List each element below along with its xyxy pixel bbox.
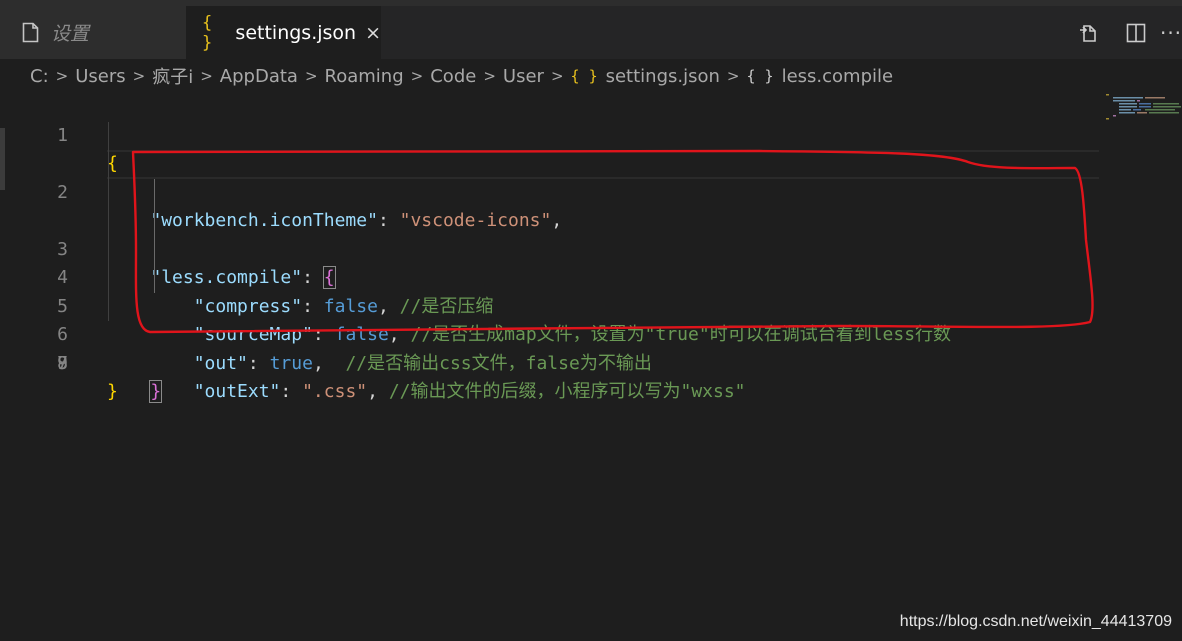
brace-close-matched: }: [149, 380, 163, 403]
tab-label: settings.json: [235, 21, 357, 44]
chevron-right-icon: >: [200, 67, 213, 85]
split-editor-icon: [1126, 23, 1146, 42]
code-comment: //输出文件的后缀，小程序可以写为"wxss": [388, 381, 746, 402]
editor-actions: ···: [1064, 6, 1182, 59]
tab-bar: 设置 { } settings.json × ···: [0, 0, 1182, 59]
brace-close: }: [107, 381, 118, 402]
breadcrumb-item[interactable]: AppData: [220, 66, 298, 87]
indent-guide: [108, 292, 109, 321]
split-editor-button[interactable]: [1112, 6, 1160, 59]
open-changes-icon: [1080, 24, 1096, 42]
tab-settings-json[interactable]: { } settings.json ×: [186, 6, 381, 59]
json-key: "outExt": [193, 381, 281, 402]
colon: :: [280, 381, 303, 402]
chevron-right-icon: >: [726, 67, 740, 85]
colon: :: [247, 352, 270, 374]
tab-settings-ui[interactable]: 设置: [0, 6, 186, 59]
file-icon: [22, 22, 39, 43]
indent-guide: [108, 264, 109, 293]
json-braces-icon: { }: [202, 12, 214, 53]
open-changes-button[interactable]: [1064, 6, 1112, 59]
comma: ,: [312, 352, 346, 374]
minimap[interactable]: [1105, 93, 1182, 133]
indent-guide: [108, 121, 109, 150]
code-line: 9 }: [0, 321, 1182, 403]
chevron-right-icon: >: [55, 67, 69, 85]
watermark: https://blog.csdn.net/weixin_44413709: [899, 613, 1172, 630]
breadcrumb-item[interactable]: Users: [75, 66, 125, 87]
code-line: 8 }: [0, 292, 1182, 403]
breadcrumb-item[interactable]: Roaming: [325, 66, 404, 87]
breadcrumb-symbol[interactable]: less.compile: [782, 66, 894, 87]
indent-guide: [108, 150, 109, 179]
breadcrumb-item[interactable]: User: [503, 66, 544, 87]
code-text: "out": true, //是否输出css文件，false为不输出: [107, 350, 652, 379]
code-line: 4 "compress": false, //是否压缩: [0, 178, 1182, 317]
chevron-right-icon: >: [304, 67, 318, 85]
code-text: "outExt": ".css", //输出文件的后缀，小程序可以写为"wxss…: [107, 378, 746, 407]
tab-label: 设置: [51, 23, 90, 45]
breadcrumb: C: > Users > 疯子i > AppData > Roaming > C…: [30, 62, 893, 90]
comma: ,: [367, 381, 389, 402]
code-line: 1 {: [0, 93, 1182, 175]
line-number: 9: [57, 352, 68, 374]
indent-guide-active: [154, 235, 155, 264]
code-comment: //是否输出css文件，false为不输出: [345, 352, 652, 374]
json-value: ".css": [302, 381, 368, 402]
indent-guide: [108, 207, 109, 236]
breadcrumb-file[interactable]: settings.json: [606, 66, 720, 87]
code-text: }: [107, 378, 118, 407]
breadcrumb-item[interactable]: Code: [430, 66, 476, 87]
indent-guide: [108, 178, 109, 207]
breadcrumb-item[interactable]: 疯子i: [152, 63, 193, 89]
code-line: 2 "workbench.iconTheme": "vscode-icons",: [0, 121, 1182, 231]
object-braces-icon: { }: [746, 67, 774, 85]
current-line-highlight: [107, 150, 1099, 179]
code-line: 5 "sourceMap": false, //是否生成map文件，设置为"tr…: [0, 207, 1182, 345]
breadcrumb-item[interactable]: C:: [30, 66, 49, 87]
json-braces-icon: { }: [570, 67, 598, 85]
chevron-right-icon: >: [483, 67, 496, 85]
code-line: 7 "outExt": ".css", //输出文件的后缀，小程序可以写为"wx…: [0, 264, 1182, 402]
json-key: "out": [193, 352, 248, 374]
chevron-right-icon: >: [132, 67, 146, 85]
code-line-current: 3 "less.compile": {: [0, 150, 1182, 289]
indent-guide-active: [154, 207, 155, 236]
more-actions-icon[interactable]: ···: [1160, 6, 1182, 59]
code-editor[interactable]: 1 { 2 "workbench.iconTheme": "vscode-ico…: [0, 93, 1182, 403]
json-value: true: [269, 352, 313, 374]
indent-guide-active: [154, 178, 155, 207]
chevron-right-icon: >: [550, 67, 564, 85]
code-line: 6 "out": true, //是否输出css文件，false为不输出: [0, 235, 1182, 374]
indent-guide: [108, 235, 109, 264]
indent-guide-active: [154, 264, 155, 293]
chevron-right-icon: >: [410, 67, 424, 85]
close-icon[interactable]: ×: [365, 22, 381, 44]
